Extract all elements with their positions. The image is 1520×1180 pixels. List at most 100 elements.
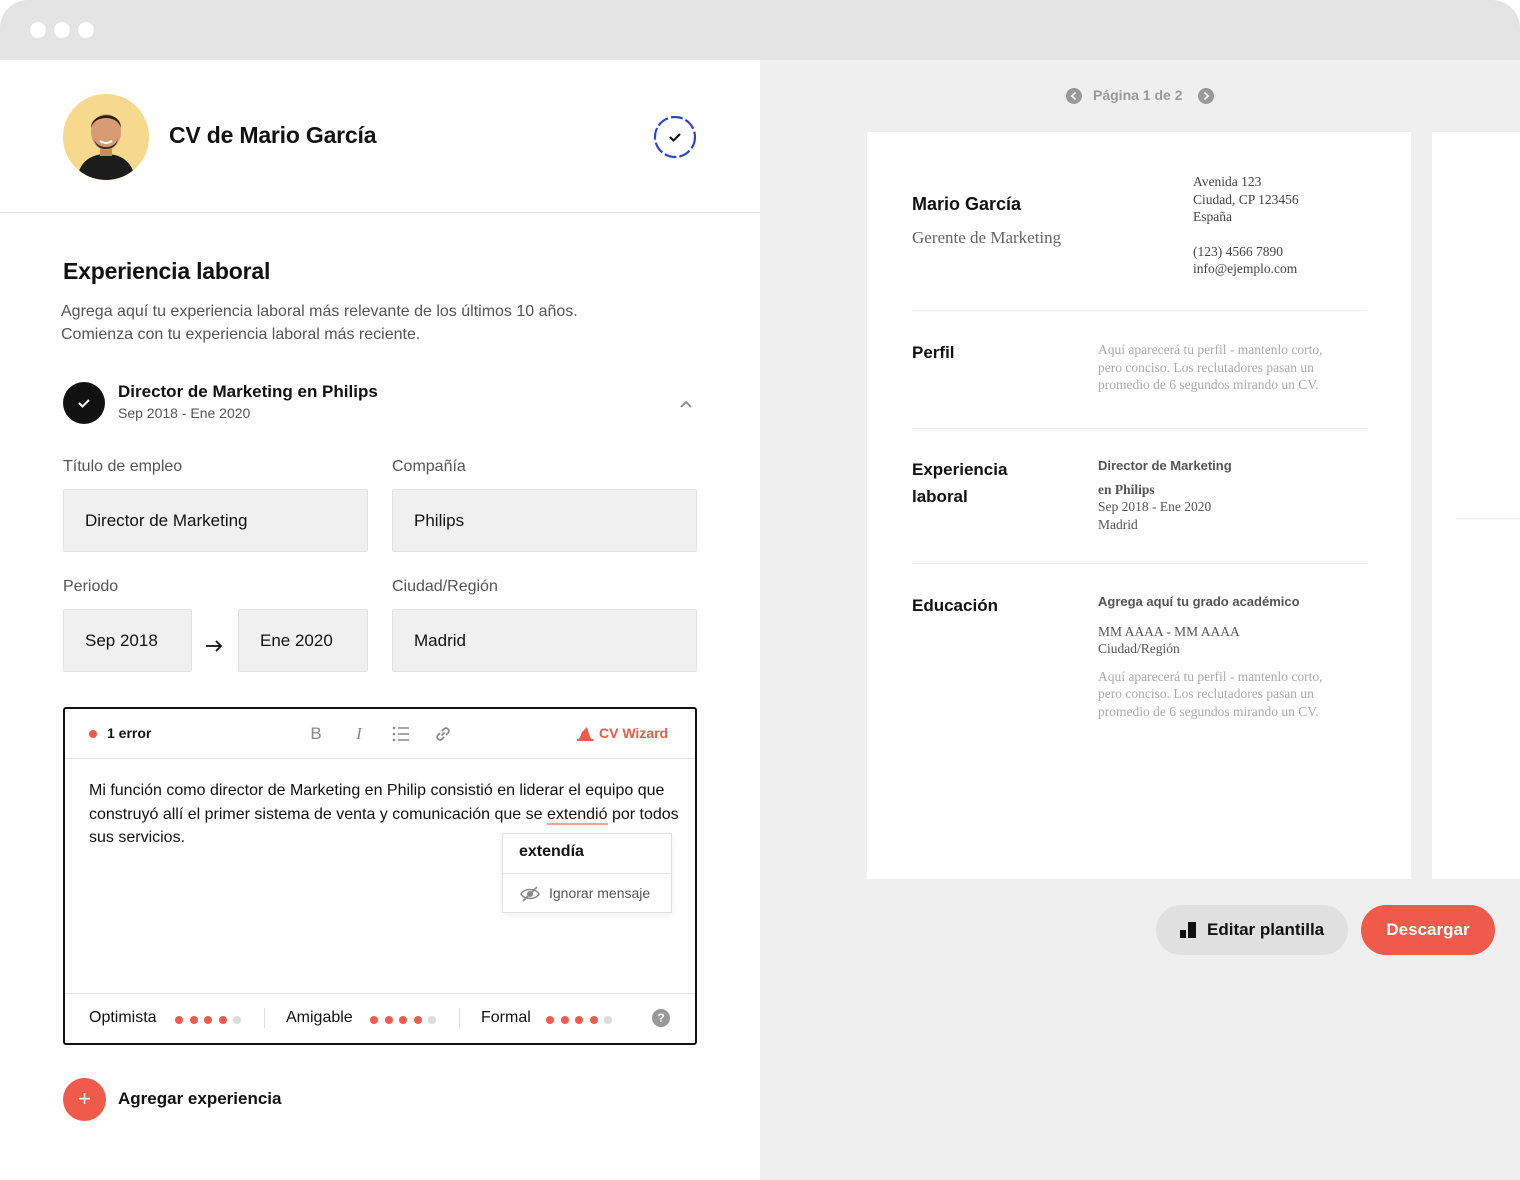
- job-complete-icon: [63, 382, 105, 424]
- tone-label: Formal: [481, 1009, 531, 1026]
- cv-section-title: Perfil: [912, 343, 955, 362]
- arrow-right-icon: [204, 636, 224, 656]
- text-line: Sep 2018 - Ene 2020: [1098, 499, 1212, 514]
- edit-template-button[interactable]: Editar plantilla: [1156, 905, 1348, 955]
- cv-header: CV de Mario García: [0, 60, 760, 213]
- tone-dot[interactable]: [546, 1016, 554, 1024]
- bullet-list-icon[interactable]: [390, 723, 412, 745]
- job-title-input[interactable]: Director de Marketing: [63, 489, 368, 552]
- title-bar: [0, 0, 1520, 60]
- cv-preview-role: Gerente de Marketing: [912, 228, 1062, 247]
- text-line: Experiencia: [912, 460, 1008, 479]
- prev-page-icon[interactable]: [1066, 88, 1082, 104]
- cv-page-next: [1432, 132, 1520, 879]
- text-line: Madrid: [1098, 516, 1138, 532]
- add-experience-label[interactable]: Agregar experiencia: [118, 1089, 281, 1109]
- tone-dot[interactable]: [218, 1016, 227, 1024]
- edit-template-label: Editar plantilla: [1207, 920, 1325, 939]
- tone-dot[interactable]: [399, 1016, 407, 1024]
- tone-dot[interactable]: [204, 1016, 212, 1024]
- text-line: pero conciso. Los reclutadores pasan un: [1098, 686, 1314, 701]
- tone-dot[interactable]: [604, 1016, 612, 1024]
- tone-dot[interactable]: [175, 1016, 183, 1024]
- tone-dot[interactable]: [189, 1016, 198, 1024]
- avatar[interactable]: [63, 94, 149, 180]
- cv-education-entry: Agrega aquí tu grado académico MM AAAA -…: [1098, 593, 1368, 720]
- progress-check-icon: [653, 115, 697, 159]
- tone-dot[interactable]: [370, 1016, 378, 1024]
- misspelled-word[interactable]: extendió: [547, 805, 608, 825]
- download-button[interactable]: Descargar: [1361, 905, 1495, 955]
- divider: [264, 1008, 265, 1028]
- text-line: Agrega aquí tu grado académico: [1098, 594, 1300, 609]
- add-experience-button[interactable]: +: [63, 1078, 106, 1121]
- job-entry-title[interactable]: Director de Marketing en Philips: [118, 382, 378, 402]
- divider: [912, 428, 1367, 429]
- contact-line: Avenida 123: [1193, 174, 1262, 189]
- job-entry-dates: Sep 2018 - Ene 2020: [118, 405, 251, 421]
- italic-button[interactable]: I: [348, 723, 370, 745]
- company-label: Compañía: [392, 458, 466, 475]
- error-count[interactable]: 1 error: [107, 725, 151, 741]
- chevron-up-icon[interactable]: [676, 394, 696, 414]
- text-line: en Philips: [1098, 481, 1155, 497]
- app-window: CV de Mario García Experiencia laboral A…: [0, 0, 1520, 1180]
- window-dot[interactable]: [30, 22, 46, 38]
- tone-label: Optimista: [89, 1009, 157, 1026]
- contact-line: España: [1193, 209, 1232, 224]
- section-desc-line: Comienza con tu experiencia laboral más …: [61, 326, 421, 343]
- city-input[interactable]: Madrid: [392, 609, 697, 672]
- divider: [503, 873, 671, 874]
- help-icon[interactable]: ?: [652, 1009, 670, 1027]
- city-label: Ciudad/Región: [392, 578, 498, 595]
- divider: [459, 1008, 460, 1028]
- text-line: MM AAAA - MM AAAA: [1098, 623, 1240, 639]
- preview-panel: Página 1 de 2 Mario García Gerente de Ma…: [760, 60, 1520, 1180]
- section-title: Experiencia laboral: [63, 258, 271, 284]
- tone-dot[interactable]: [413, 1016, 422, 1024]
- tone-rating[interactable]: [370, 1016, 443, 1024]
- cv-section-title: Educación: [912, 596, 998, 615]
- window-dot[interactable]: [78, 22, 94, 38]
- cv-wizard-button[interactable]: CV Wizard: [575, 723, 668, 745]
- cv-experience-entry: Director de Marketing en Philips Sep 201…: [1098, 457, 1368, 533]
- suggestion-option[interactable]: extendía: [519, 843, 584, 861]
- divider: [1456, 518, 1520, 519]
- spelling-suggestion-popup: extendía Ignorar mensaje: [502, 833, 672, 913]
- bold-button[interactable]: B: [305, 723, 327, 745]
- end-date-input[interactable]: Ene 2020: [238, 609, 368, 672]
- cv-wizard-label: CV Wizard: [599, 725, 669, 741]
- text-line: pero conciso. Los reclutadores pasan un: [1098, 359, 1314, 375]
- ignore-message-button[interactable]: Ignorar mensaje: [549, 885, 650, 901]
- tone-dot[interactable]: [589, 1016, 598, 1024]
- text-line: Director de Marketing: [1098, 458, 1232, 473]
- cv-page: Mario García Gerente de Marketing Avenid…: [867, 132, 1411, 879]
- editor-panel: CV de Mario García Experiencia laboral A…: [0, 60, 760, 1180]
- tone-rating[interactable]: [175, 1016, 248, 1024]
- start-date-input[interactable]: Sep 2018: [63, 609, 192, 672]
- tone-dot[interactable]: [384, 1016, 393, 1024]
- text-line: promedio de 6 segundos mirando un CV.: [1098, 377, 1319, 392]
- window-dot[interactable]: [54, 22, 70, 38]
- next-page-icon[interactable]: [1198, 88, 1214, 104]
- section-description: Agrega aquí tu experiencia laboral más r…: [61, 300, 661, 346]
- tone-dot[interactable]: [560, 1016, 569, 1024]
- contact-line: (123) 4566 7890: [1193, 243, 1283, 259]
- template-icon: [1180, 922, 1196, 938]
- tone-dot[interactable]: [428, 1016, 436, 1024]
- link-icon[interactable]: [432, 723, 454, 745]
- tone-dot[interactable]: [575, 1016, 583, 1024]
- page-indicator: Página 1 de 2: [1093, 87, 1183, 103]
- cv-title: CV de Mario García: [169, 122, 377, 148]
- wizard-hat-icon: [577, 727, 593, 741]
- editor-toolbar: 1 error B I CV Wizard: [65, 709, 695, 759]
- tone-dot[interactable]: [233, 1016, 241, 1024]
- company-input[interactable]: Philips: [392, 489, 697, 552]
- description-editor[interactable]: 1 error B I CV Wizard Mi función como di…: [63, 707, 697, 1045]
- error-dot-icon: [89, 730, 97, 738]
- tone-bar: Optimista Amigable Formal ?: [65, 993, 695, 1043]
- tone-rating[interactable]: [546, 1016, 619, 1024]
- contact-line: Ciudad, CP 123456: [1193, 191, 1299, 207]
- divider: [912, 310, 1367, 311]
- job-title-label: Título de empleo: [63, 458, 183, 475]
